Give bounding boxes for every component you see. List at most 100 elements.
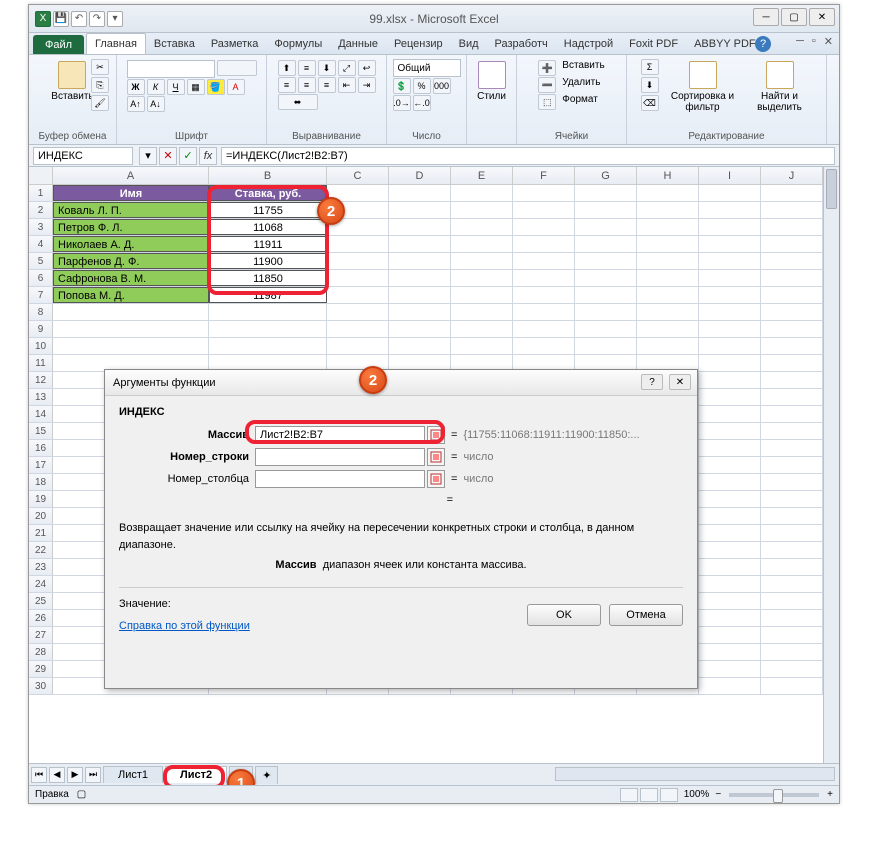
cell[interactable] [699,423,761,439]
cell[interactable]: Парфенов Д. Ф. [53,253,209,269]
cell[interactable] [699,304,761,320]
font-name-box[interactable] [127,60,215,78]
row-header[interactable]: 13 [29,389,53,405]
comma-button[interactable]: 000 [433,78,451,94]
cell[interactable] [699,236,761,252]
dialog-ok-button[interactable]: OK [527,604,601,626]
cell[interactable]: 11911 [209,236,327,252]
cancel-formula-button[interactable]: ✕ [159,147,177,165]
cell[interactable] [389,321,451,337]
doc-minimize-icon[interactable]: ─ [794,35,806,48]
arg-col-input[interactable] [255,470,425,488]
namebox-dropdown-icon[interactable]: ▾ [139,147,157,165]
row-header[interactable]: 26 [29,610,53,626]
cell[interactable] [761,661,823,677]
row-header[interactable]: 28 [29,644,53,660]
cell[interactable]: Попова М. Д. [53,287,209,303]
row-header[interactable]: 11 [29,355,53,371]
cell[interactable] [761,304,823,320]
cell[interactable] [209,338,327,354]
cell[interactable] [699,491,761,507]
row-header[interactable]: 4 [29,236,53,252]
fill-color-button[interactable]: 🪣 [207,79,225,95]
cell[interactable] [637,236,699,252]
cell[interactable] [637,219,699,235]
row-header[interactable]: 16 [29,440,53,456]
arg-row-refselect-icon[interactable] [427,448,445,466]
cell[interactable] [209,304,327,320]
cell[interactable] [761,559,823,575]
cell[interactable]: 11987 [209,287,327,303]
row-header[interactable]: 21 [29,525,53,541]
paste-button[interactable]: Вставить [49,59,95,104]
tab-review[interactable]: Рецензир [386,33,451,54]
cell[interactable] [575,185,637,201]
qat-dropdown-icon[interactable]: ▾ [107,11,123,27]
dialog-help-button[interactable]: ? [641,374,663,390]
cell[interactable] [389,287,451,303]
cell[interactable] [389,253,451,269]
row-header[interactable]: 7 [29,287,53,303]
col-header-a[interactable]: A [53,167,209,184]
orientation-button[interactable]: ⤢ [338,60,356,76]
zoom-slider[interactable] [729,793,819,797]
cell[interactable] [761,440,823,456]
cell[interactable] [513,236,575,252]
cell[interactable] [637,185,699,201]
cell[interactable] [637,338,699,354]
row-header[interactable]: 5 [29,253,53,269]
copy-icon[interactable]: ⎘ [91,77,109,93]
help-icon[interactable]: ? [755,36,771,52]
col-header-f[interactable]: F [513,167,575,184]
cell[interactable] [513,287,575,303]
tab-layout[interactable]: Разметка [203,33,267,54]
cell[interactable] [327,236,389,252]
cell[interactable] [761,627,823,643]
delete-cells-label[interactable]: Удалить [562,77,600,93]
cell[interactable] [575,270,637,286]
cell[interactable]: 11900 [209,253,327,269]
cell[interactable] [699,389,761,405]
underline-button[interactable]: Ч [167,79,185,95]
cell[interactable] [451,202,513,218]
cell[interactable] [575,287,637,303]
font-color-button[interactable]: A [227,79,245,95]
cell[interactable] [327,338,389,354]
cell[interactable] [699,508,761,524]
fill-button[interactable]: ⬇ [641,77,659,93]
cell[interactable] [761,202,823,218]
cell[interactable] [575,202,637,218]
format-cells-label[interactable]: Формат [562,94,598,110]
cell[interactable] [699,474,761,490]
inc-decimal-button[interactable]: .0→ [393,95,411,111]
border-button[interactable]: ▦ [187,79,205,95]
grow-font-button[interactable]: A↑ [127,96,145,112]
cell[interactable] [389,338,451,354]
row-header[interactable]: 29 [29,661,53,677]
col-header-c[interactable]: C [327,167,389,184]
tab-developer[interactable]: Разработч [487,33,556,54]
cell[interactable] [451,338,513,354]
select-all-corner[interactable] [29,167,53,184]
cell[interactable] [327,287,389,303]
redo-icon[interactable]: ↷ [89,11,105,27]
cell[interactable] [761,678,823,694]
cell[interactable] [637,321,699,337]
vertical-scrollbar[interactable] [823,167,839,763]
cell[interactable] [389,304,451,320]
col-header-j[interactable]: J [761,167,823,184]
cell[interactable] [699,457,761,473]
cell[interactable] [513,185,575,201]
col-header-e[interactable]: E [451,167,513,184]
cell[interactable] [699,338,761,354]
cell[interactable] [327,321,389,337]
cell[interactable]: Коваль Л. П. [53,202,209,218]
cell[interactable] [699,627,761,643]
cell[interactable] [699,542,761,558]
merge-button[interactable]: ⬌ [278,94,318,110]
cell[interactable] [699,440,761,456]
cell[interactable] [575,321,637,337]
cell[interactable] [699,610,761,626]
row-header[interactable]: 25 [29,593,53,609]
clear-button[interactable]: ⌫ [641,95,659,111]
